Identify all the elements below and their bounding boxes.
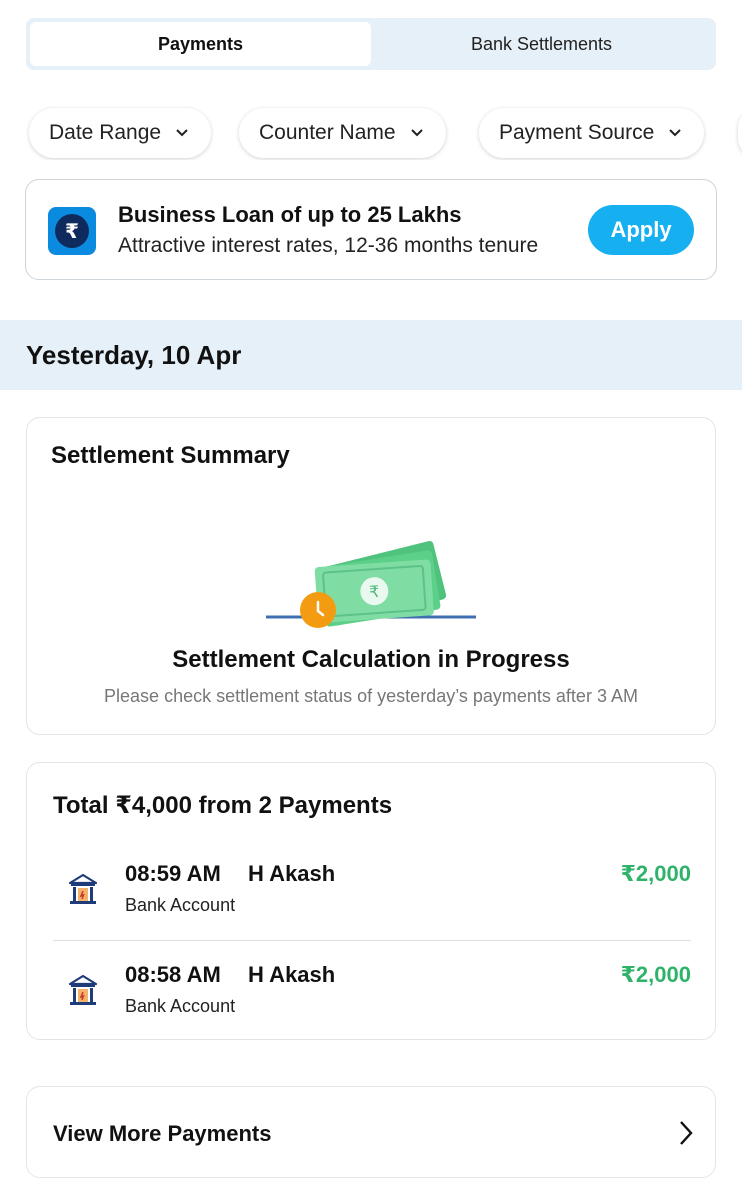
row-divider — [53, 940, 691, 941]
filter-bar: Date Range Counter Name Payment Source — [0, 106, 742, 160]
rupee-icon: ₹ — [48, 207, 96, 255]
settlement-status-message: Please check settlement status of yester… — [104, 686, 638, 706]
apply-button[interactable]: Apply — [588, 205, 694, 255]
tab-bank-settlements[interactable]: Bank Settlements — [371, 22, 712, 66]
settlement-status-title: Settlement Calculation in Progress — [172, 646, 570, 673]
filter-label: Counter Name — [259, 121, 396, 144]
chevron-down-icon — [669, 129, 681, 137]
payments-card: Total ₹4,000 from 2 Payments 08:59 AM H … — [26, 762, 716, 1040]
money-clock-illustration: ₹ — [266, 540, 476, 628]
bank-icon — [68, 974, 98, 1005]
filter-label: Payment Source — [499, 121, 655, 144]
payment-amount: ₹2,000 — [620, 861, 691, 886]
view-more-label: View More Payments — [53, 1121, 272, 1146]
payment-time: 08:58 AM — [125, 962, 221, 987]
banner-title: Business Loan of up to 25 Lakhs — [118, 202, 462, 227]
filter-date-range[interactable]: Date Range — [29, 108, 212, 158]
svg-text:₹: ₹ — [369, 582, 380, 602]
date-label: Yesterday, 10 Apr — [26, 340, 242, 370]
bank-icon — [68, 873, 98, 904]
payments-total-heading: Total ₹4,000 from 2 Payments — [53, 792, 393, 819]
tab-payments[interactable]: Payments — [30, 22, 371, 66]
view-more-payments-button[interactable]: View More Payments — [26, 1086, 716, 1178]
payment-method: Bank Account — [125, 996, 236, 1016]
payment-method: Bank Account — [125, 895, 236, 915]
date-section-header: Yesterday, 10 Apr — [0, 320, 742, 390]
settlement-summary-card: Settlement Summary ₹ Settlement Calculat… — [26, 417, 716, 735]
payment-time: 08:59 AM — [125, 861, 221, 886]
payment-row[interactable]: 08:58 AM H Akash Bank Account ₹2,000 — [53, 960, 691, 1034]
business-loan-banner[interactable]: ₹ Business Loan of up to 25 Lakhs Attrac… — [25, 179, 717, 280]
filter-payment-source[interactable]: Payment Source — [479, 108, 705, 158]
banner-subtitle: Attractive interest rates, 12-36 months … — [118, 234, 539, 257]
chevron-right-icon — [680, 1121, 693, 1145]
settlement-summary-heading: Settlement Summary — [51, 442, 290, 469]
tab-bar: Payments Bank Settlements — [26, 18, 716, 70]
filter-label: Date Range — [49, 121, 162, 144]
filter-more[interactable] — [738, 108, 742, 158]
payment-amount: ₹2,000 — [620, 962, 691, 987]
filter-counter-name[interactable]: Counter Name — [239, 108, 446, 158]
payment-payer-name: H Akash — [248, 962, 336, 987]
payment-row[interactable]: 08:59 AM H Akash Bank Account ₹2,000 — [53, 859, 691, 933]
chevron-down-icon — [410, 129, 423, 137]
payment-payer-name: H Akash — [248, 861, 336, 886]
chevron-down-icon — [176, 129, 188, 137]
